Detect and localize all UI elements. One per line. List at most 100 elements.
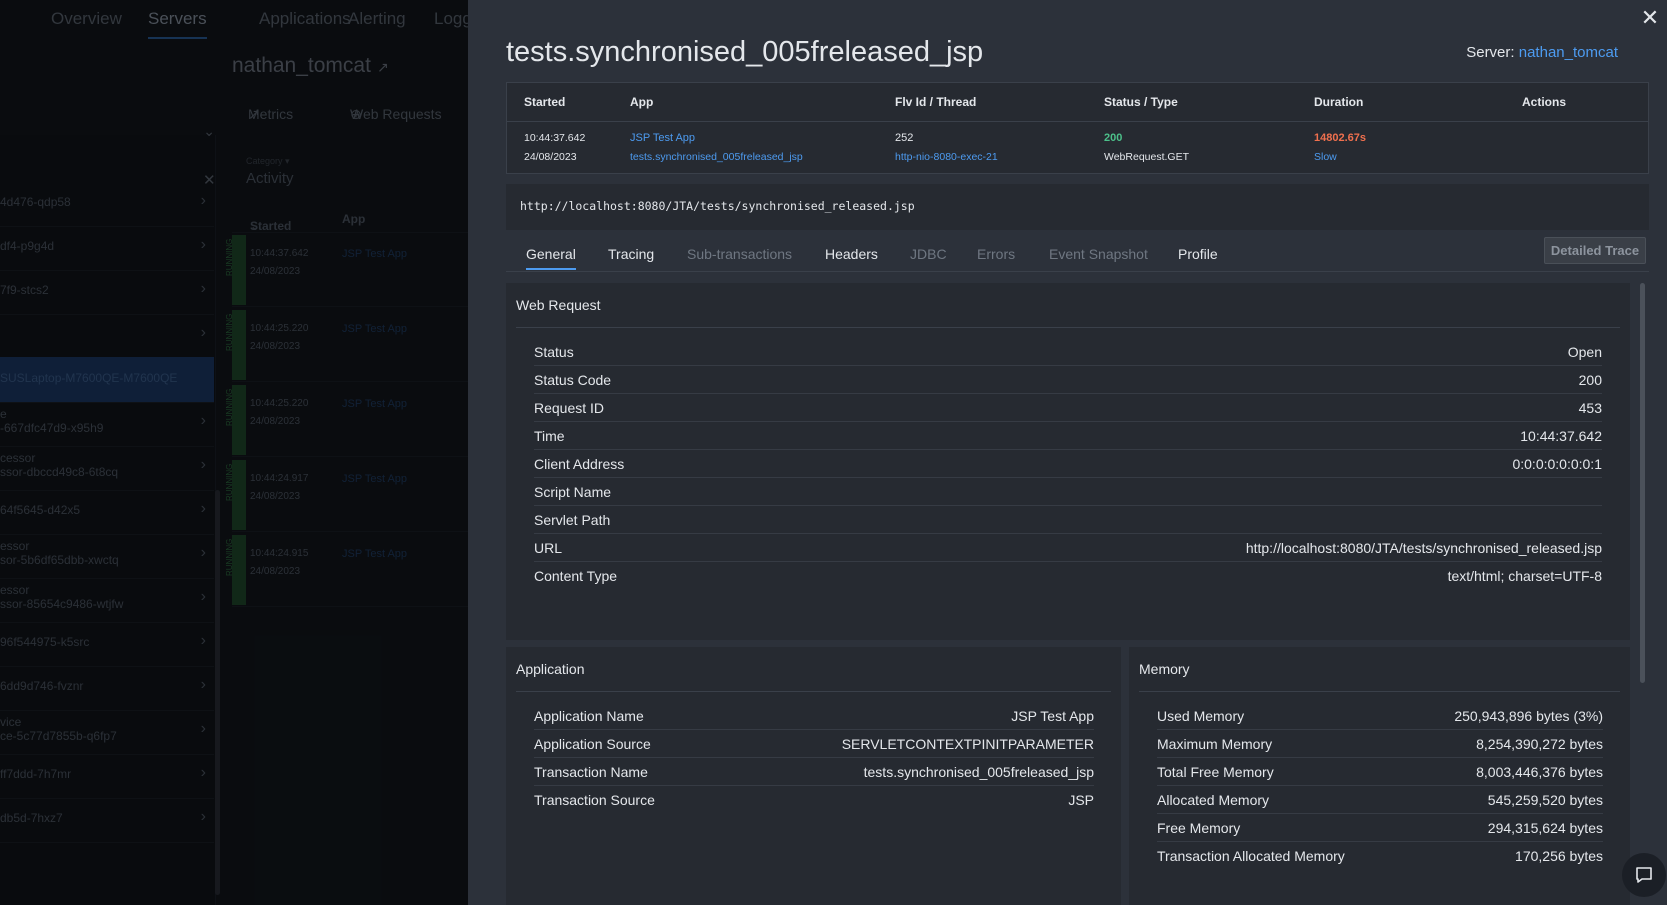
kv-value: SERVLETCONTEXTPINITPARAMETER (841, 736, 1094, 752)
kv-value: tests.synchronised_005freleased_jsp (863, 764, 1094, 780)
col-started: Started (524, 95, 566, 109)
kv-label: Content Type (534, 568, 618, 584)
page-title: tests.synchronised_005freleased_jsp (506, 36, 984, 68)
kv-row: Transaction Allocated Memory 170,256 byte… (1157, 842, 1603, 870)
kv-row: Client Address 0:0:0:0:0:0:0:1 (534, 450, 1602, 478)
kv-value: 453 (1578, 400, 1602, 416)
server-label: Server: (1466, 44, 1515, 61)
kv-label: Transaction Name (534, 764, 648, 780)
close-icon[interactable]: ✕ (1640, 6, 1660, 30)
tab-errors[interactable]: Errors (977, 246, 1015, 262)
kv-label: Total Free Memory (1157, 764, 1274, 780)
request-url-box: http://localhost:8080/JTA/tests/synchron… (506, 184, 1649, 230)
kv-value: 200 (1578, 372, 1602, 388)
detail-tabs: General Tracing Sub-transactions Headers… (506, 236, 1649, 272)
kv-label: Status (534, 344, 574, 360)
kv-value: JSP (1068, 792, 1094, 808)
request-summary-table: Started App Flv Id / Thread Status / Typ… (506, 82, 1649, 174)
kv-value: 8,254,390,272 bytes (1476, 736, 1603, 752)
kv-label: Used Memory (1157, 708, 1245, 724)
kv-row: Request ID 453 (534, 394, 1602, 422)
transaction-link[interactable]: tests.synchronised_005freleased_jsp (630, 151, 803, 163)
web-request-title: Web Request (516, 297, 601, 313)
kv-label: Script Name (534, 484, 612, 500)
kv-value: 250,943,896 bytes (3%) (1454, 708, 1603, 724)
kv-value: 170,256 bytes (1515, 848, 1603, 864)
tab-headers[interactable]: Headers (825, 246, 878, 262)
kv-row: Application Source SERVLETCONTEXTPINITPAR… (534, 730, 1094, 758)
kv-value: 10:44:37.642 (1520, 428, 1602, 444)
tab-event-snapshot[interactable]: Event Snapshot (1049, 246, 1148, 262)
tab-tracing[interactable]: Tracing (608, 246, 654, 262)
kv-row: Time 10:44:37.642 (534, 422, 1602, 450)
chat-button[interactable] (1622, 853, 1666, 897)
kv-label: URL (534, 540, 563, 556)
kv-label: Servlet Path (534, 512, 611, 528)
kv-row: Total Free Memory 8,003,446,376 bytes (1157, 758, 1603, 786)
application-title: Application (516, 661, 585, 677)
kv-row: Transaction Source JSP (534, 786, 1094, 814)
kv-label: Transaction Source (534, 792, 655, 808)
kv-row: Status Open (534, 338, 1602, 366)
kv-row: Application Name JSP Test App (534, 702, 1094, 730)
kv-value: Open (1567, 344, 1602, 360)
started-date: 24/08/2023 (524, 151, 577, 163)
kv-value: text/html; charset=UTF-8 (1447, 568, 1602, 584)
kv-label: Free Memory (1157, 820, 1241, 836)
kv-row: Allocated Memory 545,259,520 bytes (1157, 786, 1603, 814)
summary-divider (507, 121, 1648, 122)
kv-row: Status Code 200 (534, 366, 1602, 394)
kv-label: Application Source (534, 736, 651, 752)
kv-label: Time (534, 428, 565, 444)
tab-profile[interactable]: Profile (1178, 246, 1218, 262)
kv-label: Transaction Allocated Memory (1157, 848, 1345, 864)
kv-value: http://localhost:8080/JTA/tests/synchron… (1245, 540, 1602, 556)
kv-value: JSP Test App (1011, 708, 1094, 724)
request-detail-drawer: ✕ tests.synchronised_005freleased_jsp Se… (468, 0, 1667, 905)
memory-card: Memory Used Memory 250,943,896 bytes (3%)… (1129, 647, 1630, 905)
tab-jdbc[interactable]: JDBC (910, 246, 947, 262)
kv-row: Free Memory 294,315,624 bytes (1157, 814, 1603, 842)
detailed-trace-button[interactable]: Detailed Trace (1544, 237, 1646, 264)
drawer-scrollbar[interactable] (1640, 283, 1645, 683)
card-divider (516, 691, 1111, 692)
card-divider (516, 327, 1620, 328)
kv-row: Transaction Name tests.synchronised_005fr… (534, 758, 1094, 786)
kv-label: Allocated Memory (1157, 792, 1270, 808)
app-link[interactable]: JSP Test App (630, 132, 695, 144)
request-url: http://localhost:8080/JTA/tests/synchron… (520, 199, 915, 213)
col-status: Status / Type (1104, 95, 1178, 109)
server-info: Server: nathan_tomcat (1466, 44, 1618, 61)
started-time: 10:44:37.642 (524, 132, 586, 144)
col-app: App (630, 95, 654, 109)
chat-icon (1636, 867, 1652, 883)
status-code: 200 (1104, 132, 1123, 144)
tab-general[interactable]: General (526, 246, 576, 270)
request-type: WebRequest.GET (1104, 151, 1190, 163)
thread-link[interactable]: http-nio-8080-exec-21 (895, 151, 998, 163)
kv-label: Application Name (534, 708, 644, 724)
kv-label: Client Address (534, 456, 625, 472)
kv-label: Status Code (534, 372, 612, 388)
kv-value: 545,259,520 bytes (1487, 792, 1603, 808)
kv-row: Script Name (534, 478, 1602, 506)
flv-id: 252 (895, 132, 914, 144)
col-actions: Actions (1522, 95, 1567, 109)
col-duration: Duration (1314, 95, 1364, 109)
memory-title: Memory (1139, 661, 1190, 677)
kv-value: 294,315,624 bytes (1487, 820, 1603, 836)
kv-row: Content Type text/html; charset=UTF-8 (534, 562, 1602, 590)
application-card: Application Application Name JSP Test App… (506, 647, 1121, 905)
kv-label: Request ID (534, 400, 605, 416)
web-request-card: Web Request Status Open Status Code 200 Requ… (506, 283, 1630, 640)
card-divider (1139, 691, 1620, 692)
duration-value: 14802.67s (1314, 132, 1366, 144)
kv-row: Servlet Path (534, 506, 1602, 534)
kv-label: Maximum Memory (1157, 736, 1273, 752)
kv-value: 8,003,446,376 bytes (1476, 764, 1603, 780)
slow-badge: Slow (1314, 151, 1337, 163)
kv-row: Used Memory 250,943,896 bytes (3%) (1157, 702, 1603, 730)
col-thread: Flv Id / Thread (895, 95, 977, 109)
tab-sub-transactions[interactable]: Sub-transactions (687, 246, 792, 262)
server-link[interactable]: nathan_tomcat (1519, 44, 1618, 61)
